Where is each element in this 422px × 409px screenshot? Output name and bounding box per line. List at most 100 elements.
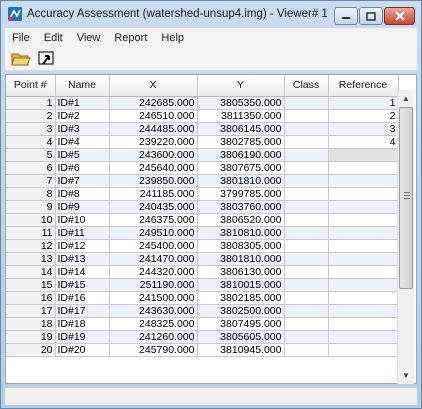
- cell-class[interactable]: [284, 343, 329, 357]
- close-button[interactable]: [384, 7, 415, 25]
- cell-point-number[interactable]: 4: [6, 135, 56, 149]
- cell-x[interactable]: 244320.000: [109, 265, 198, 279]
- cell-reference[interactable]: [328, 343, 399, 357]
- table-row[interactable]: 17 ID#17 243630.000 3802500.000: [6, 304, 399, 318]
- cell-name[interactable]: ID#17: [55, 304, 110, 318]
- minimize-button[interactable]: [334, 7, 358, 25]
- cell-point-number[interactable]: 18: [6, 317, 56, 331]
- cell-reference[interactable]: 4: [328, 135, 399, 149]
- table-row[interactable]: 14 ID#14 244320.000 3806130.000: [6, 265, 399, 279]
- cell-class[interactable]: [284, 304, 329, 318]
- table-row[interactable]: 6 ID#6 245640.000 3807675.000: [6, 161, 399, 175]
- scrollbar-thumb[interactable]: [399, 107, 413, 289]
- cell-y[interactable]: 3806145.000: [197, 122, 285, 136]
- table-row[interactable]: 8 ID#8 241185.000 3799785.000: [6, 187, 399, 201]
- cell-name[interactable]: ID#9: [55, 200, 110, 214]
- cell-class[interactable]: [284, 96, 329, 110]
- cell-class[interactable]: [284, 278, 329, 292]
- cell-name[interactable]: ID#3: [55, 122, 110, 136]
- scroll-down-arrow-icon[interactable]: ▼: [398, 367, 414, 384]
- cell-reference[interactable]: 1: [328, 96, 399, 110]
- cell-y[interactable]: 3806190.000: [197, 148, 285, 162]
- cell-point-number[interactable]: 13: [6, 252, 56, 266]
- cell-point-number[interactable]: 14: [6, 265, 56, 279]
- cell-class[interactable]: [284, 265, 329, 279]
- vertical-scrollbar[interactable]: ▲ ▼: [397, 90, 414, 384]
- table-row[interactable]: 12 ID#12 245400.000 3808305.000: [6, 239, 399, 253]
- cell-x[interactable]: 246510.000: [109, 109, 198, 123]
- cell-point-number[interactable]: 6: [6, 161, 56, 175]
- cell-name[interactable]: ID#14: [55, 265, 110, 279]
- cell-reference[interactable]: [328, 187, 399, 201]
- cell-reference[interactable]: [328, 200, 399, 214]
- cell-x[interactable]: 245790.000: [109, 343, 198, 357]
- cell-x[interactable]: 246375.000: [109, 213, 198, 227]
- menu-edit[interactable]: Edit: [37, 32, 70, 44]
- cell-name[interactable]: ID#5: [55, 148, 110, 162]
- cell-y[interactable]: 3802785.000: [197, 135, 285, 149]
- column-header-name[interactable]: Name: [55, 75, 110, 97]
- cell-reference[interactable]: [328, 161, 399, 175]
- cell-class[interactable]: [284, 148, 329, 162]
- cell-name[interactable]: ID#19: [55, 330, 110, 344]
- table-row[interactable]: 11 ID#11 249510.000 3810810.000: [6, 226, 399, 240]
- cell-x[interactable]: 248325.000: [109, 317, 198, 331]
- cell-reference[interactable]: [328, 291, 399, 305]
- cell-name[interactable]: ID#18: [55, 317, 110, 331]
- cell-point-number[interactable]: 2: [6, 109, 56, 123]
- table-row[interactable]: 9 ID#9 240435.000 3803760.000: [6, 200, 399, 214]
- cell-x[interactable]: 241470.000: [109, 252, 198, 266]
- table-row[interactable]: 7 ID#7 239850.000 3801810.000: [6, 174, 399, 188]
- table-row[interactable]: 10 ID#10 246375.000 3806520.000: [6, 213, 399, 227]
- cell-y[interactable]: 3799785.000: [197, 187, 285, 201]
- cell-y[interactable]: 3810945.000: [197, 343, 285, 357]
- cell-class[interactable]: [284, 161, 329, 175]
- select-viewer-button[interactable]: [37, 50, 57, 68]
- cell-point-number[interactable]: 12: [6, 239, 56, 253]
- cell-y[interactable]: 3802185.000: [197, 291, 285, 305]
- cell-reference[interactable]: [328, 330, 399, 344]
- cell-name[interactable]: ID#7: [55, 174, 110, 188]
- cell-name[interactable]: ID#4: [55, 135, 110, 149]
- cell-class[interactable]: [284, 213, 329, 227]
- cell-name[interactable]: ID#10: [55, 213, 110, 227]
- menu-help[interactable]: Help: [154, 32, 191, 44]
- cell-point-number[interactable]: 10: [6, 213, 56, 227]
- cell-point-number[interactable]: 19: [6, 330, 56, 344]
- cell-reference[interactable]: [328, 304, 399, 318]
- column-header-reference[interactable]: Reference: [328, 75, 399, 97]
- cell-y[interactable]: 3803760.000: [197, 200, 285, 214]
- cell-y[interactable]: 3810810.000: [197, 226, 285, 240]
- cell-name[interactable]: ID#15: [55, 278, 110, 292]
- cell-y[interactable]: 3802500.000: [197, 304, 285, 318]
- menu-report[interactable]: Report: [107, 32, 154, 44]
- menu-view[interactable]: View: [70, 32, 108, 44]
- cell-y[interactable]: 3805350.000: [197, 96, 285, 110]
- table-row[interactable]: 13 ID#13 241470.000 3801810.000: [6, 252, 399, 266]
- table-row[interactable]: 5 ID#5 243600.000 3806190.000: [6, 148, 399, 162]
- cell-point-number[interactable]: 1: [6, 96, 56, 110]
- table-row[interactable]: 19 ID#19 241260.000 3805605.000: [6, 330, 399, 344]
- cell-reference[interactable]: [328, 174, 399, 188]
- cell-reference[interactable]: [328, 265, 399, 279]
- cell-reference[interactable]: [328, 317, 399, 331]
- cell-point-number[interactable]: 16: [6, 291, 56, 305]
- cell-y[interactable]: 3808305.000: [197, 239, 285, 253]
- cell-class[interactable]: [284, 174, 329, 188]
- cell-x[interactable]: 244485.000: [109, 122, 198, 136]
- cell-x[interactable]: 239220.000: [109, 135, 198, 149]
- cell-x[interactable]: 241500.000: [109, 291, 198, 305]
- cell-class[interactable]: [284, 252, 329, 266]
- table-row[interactable]: 3 ID#3 244485.000 3806145.000 3: [6, 122, 399, 136]
- cell-class[interactable]: [284, 109, 329, 123]
- cell-point-number[interactable]: 9: [6, 200, 56, 214]
- cell-y[interactable]: 3807495.000: [197, 317, 285, 331]
- cell-x[interactable]: 243600.000: [109, 148, 198, 162]
- table-row[interactable]: 1 ID#1 242685.000 3805350.000 1: [6, 96, 399, 110]
- cell-class[interactable]: [284, 187, 329, 201]
- cell-reference[interactable]: [328, 213, 399, 227]
- cell-reference[interactable]: 2: [328, 109, 399, 123]
- cell-reference[interactable]: 3: [328, 122, 399, 136]
- menu-file[interactable]: File: [5, 32, 37, 44]
- cell-name[interactable]: ID#6: [55, 161, 110, 175]
